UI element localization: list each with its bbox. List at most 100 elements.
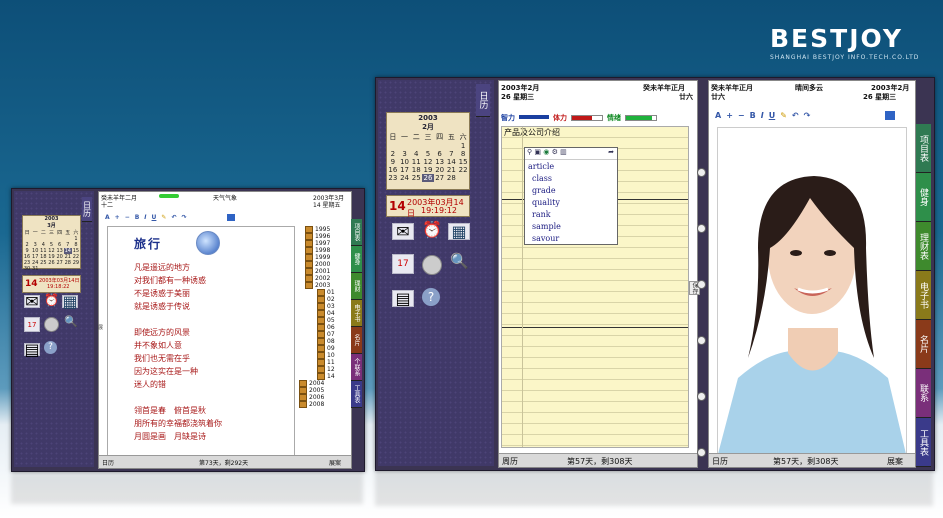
tree-item-label[interactable]: 1997 — [315, 240, 330, 247]
calendar-day[interactable]: 27 — [434, 174, 446, 182]
tree-item[interactable]: 1996 — [299, 233, 347, 240]
tree-item[interactable]: 05 — [299, 317, 347, 324]
section-tab[interactable]: 电子书 — [351, 300, 362, 327]
calendar-day[interactable]: 29 — [72, 260, 80, 266]
globe-icon[interactable]: ◉ — [543, 148, 549, 156]
calendar-day[interactable]: 24 — [399, 174, 411, 182]
small-disc-icon[interactable] — [44, 317, 59, 332]
large-clock-icon[interactable]: ⏰ — [422, 220, 442, 239]
calendar-day[interactable]: 8 — [457, 150, 469, 158]
suggestion-item[interactable]: grade — [528, 185, 614, 197]
tree-item-label[interactable]: 2001 — [315, 268, 330, 275]
calendar-day[interactable]: 17 — [399, 166, 411, 174]
large-mail-icon[interactable]: ✉ — [392, 222, 414, 241]
suggestion-item[interactable]: rank — [528, 209, 614, 221]
calendar-day[interactable]: 1 — [457, 142, 469, 150]
section-tab[interactable]: 项目表 — [351, 219, 362, 246]
calendar-day[interactable]: 20 — [434, 166, 446, 174]
tree-item[interactable]: 2006 — [299, 394, 347, 401]
suggestion-item[interactable]: savour — [528, 233, 614, 245]
suggestion-item[interactable]: article — [528, 161, 614, 173]
tree-item-label[interactable]: 06 — [327, 324, 335, 331]
tree-item-label[interactable]: 1995 — [315, 226, 330, 233]
copy-icon[interactable]: ▣ — [534, 148, 541, 156]
large-pencil-icon[interactable]: ✎ — [780, 111, 787, 120]
tree-item[interactable]: 2008 — [299, 401, 347, 408]
small-left-tab[interactable]: 日历 — [82, 197, 92, 222]
tree-item[interactable]: 2002 — [299, 275, 347, 282]
large-redo-icon[interactable]: ↷ — [804, 111, 811, 120]
small-enlarge-button[interactable]: + — [115, 214, 120, 221]
calendar-day[interactable]: 25 — [410, 174, 422, 182]
tree-item-label[interactable]: 03 — [327, 303, 335, 310]
section-tab[interactable]: 电子书 — [916, 271, 931, 320]
popup-word-list[interactable]: article class grade quality rank sample savour — [525, 160, 617, 246]
small-calculator-icon[interactable]: ▤ — [24, 340, 40, 359]
tree-item[interactable]: 2004 — [299, 380, 347, 387]
calendar-day[interactable]: 25 — [39, 260, 47, 266]
section-tab[interactable]: 工具表 — [916, 418, 931, 467]
calendar-day[interactable]: 23 — [387, 174, 399, 182]
small-footer-right[interactable]: 展案 — [329, 458, 341, 467]
tree-item[interactable]: 1998 — [299, 247, 347, 254]
small-italic-button[interactable]: I — [144, 214, 146, 221]
pin-icon[interactable]: ➦ — [608, 148, 614, 156]
small-mini-calendar[interactable]: 2003 3月 日一二三四五六 1 2 3 4 5 6 7 8 9 10 11 12 13 14 15 16 17… — [22, 215, 81, 272]
calendar-day[interactable]: 30 — [23, 266, 31, 272]
tree-item[interactable]: 08 — [299, 338, 347, 345]
calendar-day[interactable]: 22 — [457, 166, 469, 174]
large-footer-weekly[interactable]: 周历 — [502, 456, 518, 467]
tree-item-label[interactable]: 2000 — [315, 261, 330, 268]
large-underline-button[interactable]: U — [769, 111, 776, 120]
suggestion-item[interactable]: quality — [528, 197, 614, 209]
small-redo-icon[interactable]: ↷ — [181, 214, 186, 221]
tree-item-label[interactable]: 1999 — [315, 254, 330, 261]
settings-icon[interactable]: ⚙ — [552, 148, 558, 156]
calendar-day[interactable]: 21 — [446, 166, 458, 174]
small-pencil-icon[interactable]: ✎ — [161, 214, 166, 221]
tree-item[interactable]: 06 — [299, 324, 347, 331]
large-help-icon[interactable]: ? — [422, 288, 440, 306]
tree-item-label[interactable]: 05 — [327, 317, 335, 324]
large-footer-archive[interactable]: 展案 — [887, 456, 903, 467]
tree-item-label[interactable]: 2003 — [315, 282, 330, 289]
large-left-tab[interactable]: 日历 — [476, 84, 490, 117]
tree-item[interactable]: 04 — [299, 310, 347, 317]
tree-item-label[interactable]: 04 — [327, 310, 335, 317]
calendar-day[interactable]: 7 — [446, 150, 458, 158]
small-cal-grid[interactable]: 日一二三四五六 1 2 3 4 5 6 7 8 9 10 11 12 13 14 15 16 17 18 19 20 21… — [23, 229, 80, 272]
large-search-icon[interactable]: 🔍 — [450, 252, 469, 270]
tree-item-label[interactable]: 02 — [327, 296, 335, 303]
section-tab[interactable]: 健身 — [351, 246, 362, 273]
calendar-day[interactable]: 28 — [446, 174, 458, 182]
tree-item-label[interactable]: 11 — [327, 359, 335, 366]
tree-item[interactable]: 12 — [299, 366, 347, 373]
large-cal-grid[interactable]: 日一二三四五六 1 2 3 4 5 6 7 8 9 10 11 12 13 14 15 16 17 18 19 20 21… — [387, 132, 469, 182]
section-tab[interactable]: 个联系 — [351, 354, 362, 381]
large-save-icon[interactable] — [885, 111, 895, 120]
large-disc-icon[interactable] — [422, 255, 442, 275]
tree-item[interactable]: 2000 — [299, 261, 347, 268]
large-italic-button[interactable]: I — [761, 111, 764, 120]
calendar-day[interactable]: 11 — [410, 158, 422, 166]
calendar-day[interactable]: 13 — [434, 158, 446, 166]
tree-item[interactable]: 2003 — [299, 282, 347, 289]
small-search-icon[interactable]: 🔍 — [64, 315, 78, 328]
section-tab[interactable]: 理财 — [351, 273, 362, 300]
tree-item-label[interactable]: 14 — [327, 373, 335, 380]
tree-item[interactable]: 10 — [299, 352, 347, 359]
small-help-icon[interactable]: ? — [44, 341, 57, 354]
large-calendar-icon[interactable]: 17 — [392, 254, 414, 274]
tree-item-label[interactable]: 07 — [327, 331, 335, 338]
small-side-tab[interactable]: 展 — [98, 324, 103, 331]
calendar-day[interactable]: 19 — [422, 166, 434, 174]
tree-item[interactable]: 14 — [299, 373, 347, 380]
small-network-icon[interactable]: ▦ — [62, 292, 78, 311]
section-tab[interactable]: 理财表 — [916, 222, 931, 271]
small-undo-icon[interactable]: ↶ — [171, 214, 176, 221]
tree-item-label[interactable]: 2008 — [309, 401, 324, 408]
calendar-day[interactable]: 2 — [387, 150, 399, 158]
calendar-day[interactable]: 27 — [56, 260, 64, 266]
tree-item-label[interactable]: 01 — [327, 289, 335, 296]
section-tab[interactable]: 健身 — [916, 173, 931, 222]
